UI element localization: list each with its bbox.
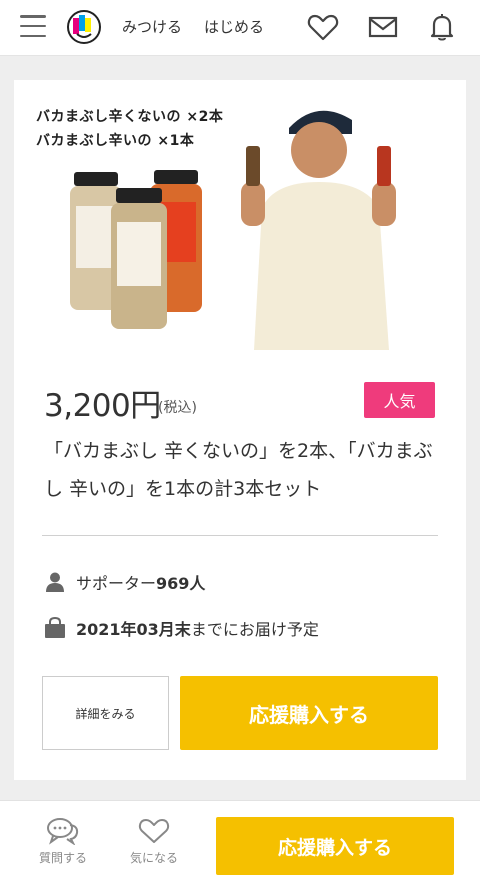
nav-link-find[interactable]: みつける	[122, 16, 182, 37]
favorite-label: 気になる	[129, 851, 178, 865]
bottom-support-purchase-button[interactable]: 応援購入する	[216, 817, 454, 875]
product-image-caption-2: バカまぶし辛いの ×1本	[36, 133, 195, 149]
nav-link-start[interactable]: はじめる	[204, 16, 264, 37]
supporters-count: 969人	[156, 574, 206, 593]
chat-bubble-icon	[47, 818, 79, 845]
ask-question-button[interactable]: 質問する	[28, 817, 98, 866]
product-description: 「バカまぶし 辛くないの」を2本、「バカまぶし 辛いの」を1本の計3本セット	[44, 440, 433, 500]
mild-bottle-image-2	[111, 188, 167, 329]
delivery-row: 2021年03月末 までにお届け予定	[44, 616, 319, 640]
mail-icon[interactable]	[367, 12, 399, 42]
bell-icon[interactable]	[426, 12, 458, 42]
person-icon	[46, 572, 64, 592]
product-card: バカまぶし辛くないの ×2本 バカまぶし辛いの ×1本 3,200円 (税込) …	[14, 80, 466, 780]
heart-icon	[138, 819, 170, 843]
app-logo[interactable]	[66, 9, 102, 45]
product-image-caption-1: バカまぶし辛くないの ×2本	[36, 109, 224, 125]
support-purchase-button[interactable]: 応援購入する	[180, 676, 438, 750]
delivery-date: 2021年03月末	[76, 620, 191, 639]
ask-question-label: 質問する	[38, 851, 87, 865]
heart-icon[interactable]	[307, 12, 339, 42]
bottom-action-bar: 質問する 気になる 応援購入する	[0, 800, 480, 875]
supporters-label: サポーター	[76, 574, 157, 593]
tax-label: (税込)	[158, 400, 197, 416]
shopping-bag-icon	[45, 617, 65, 638]
favorite-button[interactable]: 気になる	[119, 817, 189, 866]
price: 3,200円	[44, 388, 161, 424]
divider	[42, 535, 438, 536]
hamburger-menu-icon[interactable]	[20, 15, 46, 37]
top-header: みつける はじめる	[0, 0, 480, 56]
delivery-suffix: までにお届け予定	[190, 620, 319, 639]
popular-badge: 人気	[364, 382, 435, 418]
supporters-row: サポーター 969人	[44, 570, 205, 594]
view-details-button[interactable]: 詳細をみる	[42, 676, 169, 750]
